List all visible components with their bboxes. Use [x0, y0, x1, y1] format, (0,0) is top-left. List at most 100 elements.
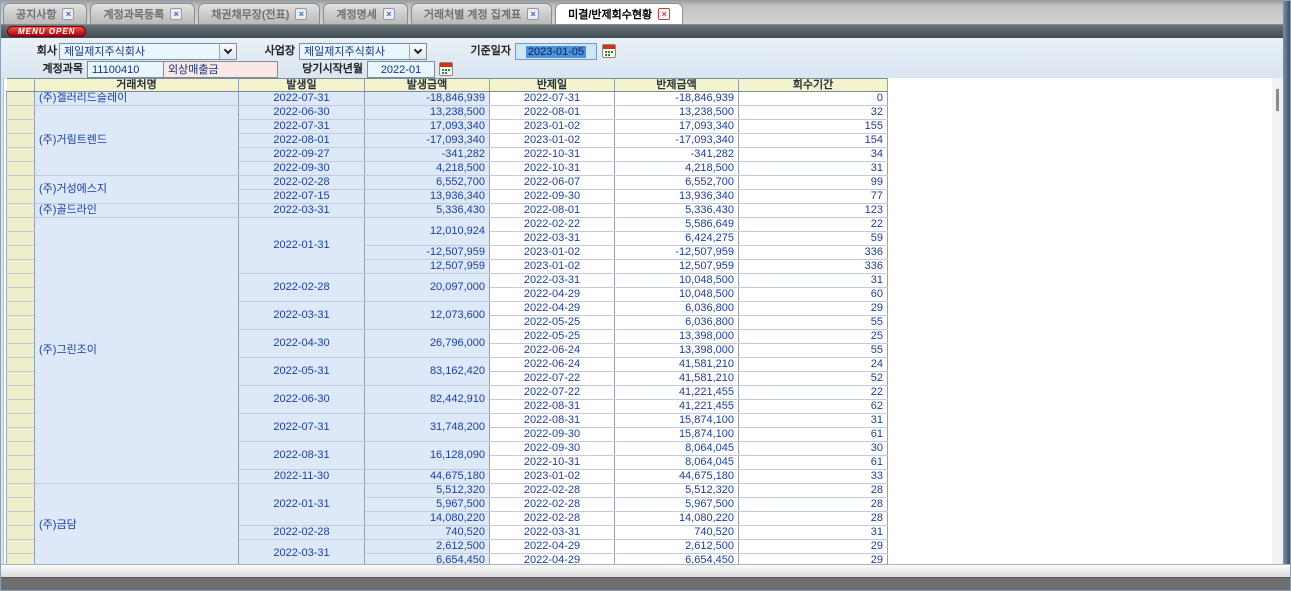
settle-date-cell[interactable]: 2022-05-25 — [490, 316, 615, 330]
table-row[interactable]: (주)금담2022-01-315,512,3202022-02-285,512,… — [7, 484, 888, 498]
occur-date-cell[interactable]: 2022-07-31 — [239, 120, 365, 134]
row-selector[interactable] — [7, 204, 35, 218]
collect-days-cell[interactable]: 60 — [739, 288, 888, 302]
table-row[interactable]: (주)겔러리드슬레이2022-07-31-18,846,9392022-07-3… — [7, 92, 888, 106]
occur-date-cell[interactable]: 2022-01-31 — [239, 484, 365, 526]
collect-days-cell[interactable]: 61 — [739, 456, 888, 470]
settle-amount-cell[interactable]: 10,048,500 — [615, 274, 739, 288]
collect-days-cell[interactable]: 62 — [739, 400, 888, 414]
collect-days-cell[interactable]: 25 — [739, 330, 888, 344]
occur-amount-cell[interactable]: 6,552,700 — [365, 176, 490, 190]
occur-date-cell[interactable]: 2022-03-31 — [239, 204, 365, 218]
collect-days-cell[interactable]: 52 — [739, 372, 888, 386]
period-input[interactable]: 2022-01 — [367, 61, 435, 78]
settle-date-cell[interactable]: 2022-03-31 — [490, 274, 615, 288]
table-row[interactable]: (주)거성에스지2022-02-286,552,7002022-06-076,5… — [7, 176, 888, 190]
collect-days-cell[interactable]: 123 — [739, 204, 888, 218]
account-code-input[interactable]: 11100410 — [87, 61, 164, 78]
vendor-name-cell[interactable]: (주)겔러리드슬레이 — [35, 92, 239, 106]
settle-amount-cell[interactable]: 4,218,500 — [615, 162, 739, 176]
settle-date-cell[interactable]: 2022-02-28 — [490, 484, 615, 498]
row-selector[interactable] — [7, 274, 35, 288]
settle-date-cell[interactable]: 2023-01-02 — [490, 134, 615, 148]
settle-amount-cell[interactable]: 2,612,500 — [615, 540, 739, 554]
settle-date-cell[interactable]: 2022-07-31 — [490, 92, 615, 106]
collect-days-cell[interactable]: 336 — [739, 246, 888, 260]
settle-date-cell[interactable]: 2023-01-02 — [490, 120, 615, 134]
close-icon[interactable]: × — [658, 8, 670, 20]
collect-days-cell[interactable]: 55 — [739, 316, 888, 330]
tab-0[interactable]: 공지사항× — [3, 3, 87, 24]
vendor-name-cell[interactable]: (주)그린조이 — [35, 218, 239, 484]
occur-date-cell[interactable]: 2022-06-30 — [239, 106, 365, 120]
settle-date-cell[interactable]: 2022-08-01 — [490, 106, 615, 120]
row-selector[interactable] — [7, 190, 35, 204]
occur-amount-cell[interactable]: 13,936,340 — [365, 190, 490, 204]
vertical-scrollbar[interactable] — [1272, 78, 1283, 566]
row-selector[interactable] — [7, 162, 35, 176]
row-selector[interactable] — [7, 302, 35, 316]
scrollbar-thumb[interactable] — [1276, 89, 1279, 111]
occur-date-cell[interactable]: 2022-01-31 — [239, 218, 365, 274]
occur-amount-cell[interactable]: 17,093,340 — [365, 120, 490, 134]
tab-3[interactable]: 계정명세× — [323, 3, 407, 24]
collect-days-cell[interactable]: 28 — [739, 498, 888, 512]
collect-days-cell[interactable]: 30 — [739, 442, 888, 456]
occur-date-cell[interactable]: 2022-08-01 — [239, 134, 365, 148]
collect-days-cell[interactable]: 59 — [739, 232, 888, 246]
occur-date-cell[interactable]: 2022-09-30 — [239, 162, 365, 176]
collect-days-cell[interactable]: 77 — [739, 190, 888, 204]
settle-date-cell[interactable]: 2022-09-30 — [490, 190, 615, 204]
settle-date-cell[interactable]: 2023-01-02 — [490, 260, 615, 274]
settle-date-cell[interactable]: 2022-02-28 — [490, 512, 615, 526]
settle-date-cell[interactable]: 2022-07-22 — [490, 386, 615, 400]
vendor-name-cell[interactable]: (주)거성에스지 — [35, 176, 239, 204]
settle-date-cell[interactable]: 2022-05-25 — [490, 330, 615, 344]
settle-amount-cell[interactable]: 6,552,700 — [615, 176, 739, 190]
table-row[interactable]: (주)그린조이2022-01-3112,010,9242022-02-225,5… — [7, 218, 888, 232]
occur-date-cell[interactable]: 2022-04-30 — [239, 330, 365, 358]
close-icon[interactable]: × — [383, 8, 395, 20]
settle-amount-cell[interactable]: 13,238,500 — [615, 106, 739, 120]
table-row[interactable]: (주)골드라인2022-03-315,336,4302022-08-015,33… — [7, 204, 888, 218]
settle-date-cell[interactable]: 2022-06-24 — [490, 344, 615, 358]
occur-amount-cell[interactable]: 12,507,959 — [365, 260, 490, 274]
settle-amount-cell[interactable]: 6,036,800 — [615, 302, 739, 316]
close-icon[interactable]: × — [295, 8, 307, 20]
row-selector[interactable] — [7, 288, 35, 302]
settle-date-cell[interactable]: 2022-08-31 — [490, 414, 615, 428]
settle-amount-cell[interactable]: 13,398,000 — [615, 344, 739, 358]
settle-amount-cell[interactable]: 41,221,455 — [615, 386, 739, 400]
row-selector[interactable] — [7, 134, 35, 148]
settle-date-cell[interactable]: 2022-09-30 — [490, 428, 615, 442]
settle-amount-cell[interactable]: 8,064,045 — [615, 456, 739, 470]
settle-date-cell[interactable]: 2022-07-22 — [490, 372, 615, 386]
vendor-name-cell[interactable]: (주)골드라인 — [35, 204, 239, 218]
settle-amount-cell[interactable]: 15,874,100 — [615, 428, 739, 442]
table-row[interactable]: (주)거림트렌드2022-06-3013,238,5002022-08-0113… — [7, 106, 888, 120]
row-selector[interactable] — [7, 148, 35, 162]
collect-days-cell[interactable]: 155 — [739, 120, 888, 134]
collect-days-cell[interactable]: 29 — [739, 540, 888, 554]
row-selector[interactable] — [7, 400, 35, 414]
row-selector[interactable] — [7, 512, 35, 526]
collect-days-cell[interactable]: 22 — [739, 386, 888, 400]
calendar-icon[interactable] — [439, 62, 453, 76]
close-icon[interactable]: × — [62, 8, 74, 20]
occur-date-cell[interactable]: 2022-03-31 — [239, 540, 365, 567]
occur-date-cell[interactable]: 2022-02-28 — [239, 526, 365, 540]
row-selector[interactable] — [7, 456, 35, 470]
occur-amount-cell[interactable]: 5,512,320 — [365, 484, 490, 498]
settle-amount-cell[interactable]: 8,064,045 — [615, 442, 739, 456]
settle-amount-cell[interactable]: -341,282 — [615, 148, 739, 162]
settle-amount-cell[interactable]: 12,507,959 — [615, 260, 739, 274]
close-icon[interactable]: × — [170, 8, 182, 20]
row-selector[interactable] — [7, 540, 35, 554]
settle-date-cell[interactable]: 2022-02-22 — [490, 218, 615, 232]
tab-1[interactable]: 계정과목등록× — [90, 3, 195, 24]
occur-amount-cell[interactable]: 83,162,420 — [365, 358, 490, 386]
occur-amount-cell[interactable]: -17,093,340 — [365, 134, 490, 148]
collect-days-cell[interactable]: 28 — [739, 484, 888, 498]
occur-date-cell[interactable]: 2022-02-28 — [239, 274, 365, 302]
settle-amount-cell[interactable]: 13,936,340 — [615, 190, 739, 204]
